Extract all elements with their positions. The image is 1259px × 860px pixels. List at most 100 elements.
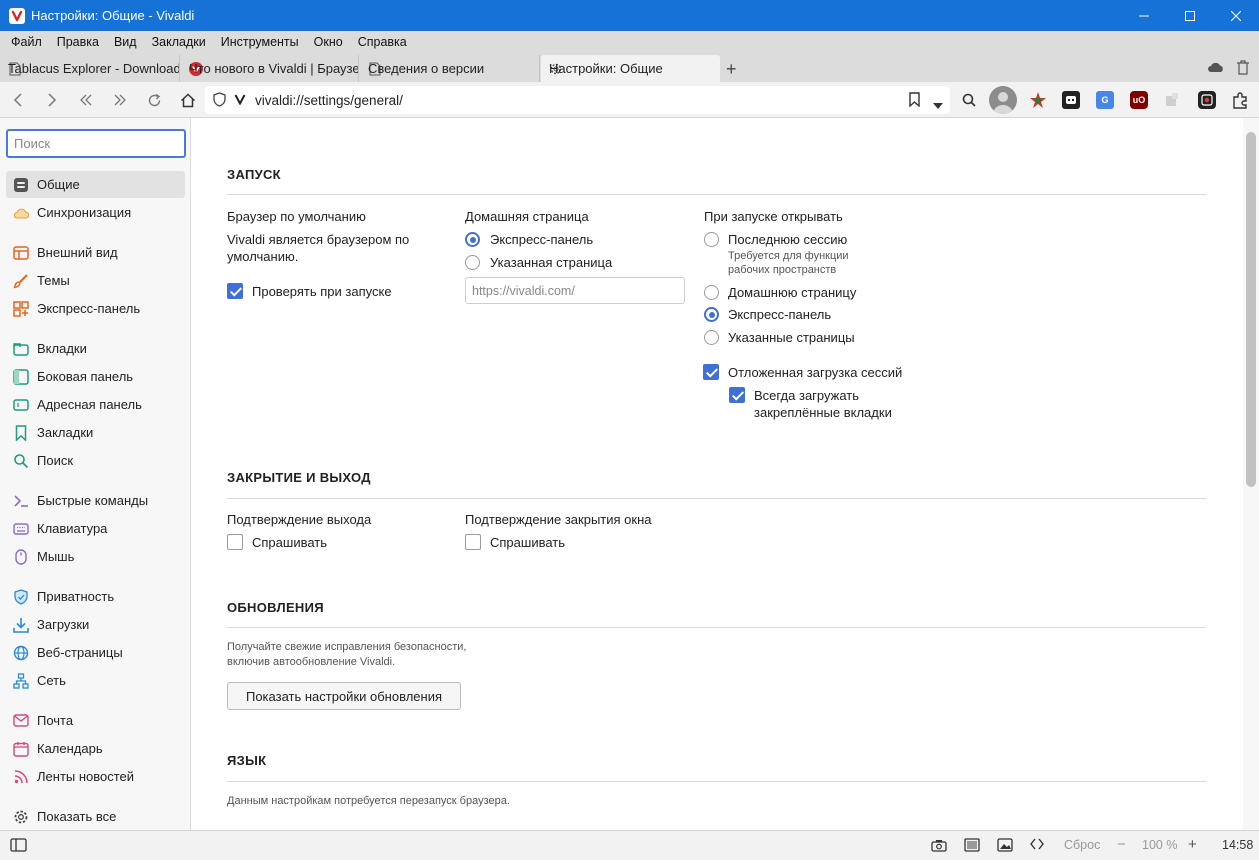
page-actions-icon[interactable] <box>1030 838 1044 853</box>
image-capture-icon[interactable] <box>1198 91 1216 109</box>
language-desc: Данным настройкам потребуется перезапуск… <box>227 795 510 807</box>
trash-icon[interactable] <box>1236 60 1250 78</box>
sidebar-item-keyboard[interactable]: Клавиатура <box>6 515 185 542</box>
sidebar-item-network[interactable]: Сеть <box>6 667 185 694</box>
status-bar: Сброс − 100 % + 14:58 <box>0 830 1259 860</box>
tiling-icon[interactable] <box>964 838 980 855</box>
maximize-button[interactable] <box>1167 0 1213 31</box>
load-pinned-checkbox[interactable] <box>729 387 745 403</box>
check-on-startup-label[interactable]: Проверять при запуске <box>252 284 392 299</box>
lazy-load-label[interactable]: Отложенная загрузка сессий <box>728 365 902 380</box>
panel-toggle-icon[interactable] <box>10 838 27 855</box>
content-scrollbar[interactable] <box>1243 118 1259 830</box>
lazy-load-checkbox[interactable] <box>703 364 719 380</box>
sidebar-item-panel[interactable]: Боковая панель <box>6 363 185 390</box>
menu-tools[interactable]: Инструменты <box>215 35 308 49</box>
forward-icon[interactable] <box>44 92 60 108</box>
sidebar-item-speed-dial[interactable]: Экспресс-панель <box>6 295 185 322</box>
tab-about[interactable]: Сведения о версии <box>360 55 540 82</box>
home-icon[interactable] <box>180 92 196 108</box>
tab-whats-new[interactable]: Что нового в Vivaldi | Браузер <box>181 55 359 82</box>
sidebar-item-sync[interactable]: Синхронизация <box>6 199 185 226</box>
sidebar-item-quick-commands[interactable]: Быстрые команды <box>6 487 185 514</box>
sidebar-item-tabs[interactable]: Вкладки <box>6 335 185 362</box>
rewind-icon[interactable] <box>78 92 94 108</box>
sidebar-item-show-all[interactable]: Показать все <box>6 803 185 830</box>
exit-confirm-label[interactable]: Спрашивать <box>252 535 327 550</box>
menu-file[interactable]: Файл <box>5 35 51 49</box>
menu-window[interactable]: Окно <box>308 35 352 49</box>
sidebar-item-bookmarks[interactable]: Закладки <box>6 419 185 446</box>
window-close-checkbox[interactable] <box>465 534 481 550</box>
url-field[interactable]: vivaldi://settings/general/ <box>205 86 950 114</box>
zoom-in-button[interactable]: + <box>1188 836 1197 853</box>
start-speed-dial-label[interactable]: Экспресс-панель <box>728 307 831 322</box>
shield-icon[interactable] <box>213 92 226 110</box>
minimize-button[interactable] <box>1121 0 1167 31</box>
fast-forward-icon[interactable] <box>112 92 128 108</box>
bookmark-icon[interactable] <box>909 92 920 110</box>
start-homepage-label[interactable]: Домашнюю страницу <box>728 285 856 300</box>
zoom-reset-button[interactable]: Сброс <box>1064 838 1100 852</box>
homepage-url-field[interactable] <box>465 277 685 304</box>
window-close-label[interactable]: Спрашивать <box>490 535 565 550</box>
ublock-icon[interactable]: uO <box>1130 91 1148 109</box>
sidebar-item-themes[interactable]: Темы <box>6 267 185 294</box>
capture-icon[interactable] <box>931 839 947 855</box>
sidebar-item-webpages[interactable]: Веб-страницы <box>6 639 185 666</box>
check-on-startup-checkbox[interactable] <box>227 283 243 299</box>
tab-tablacus[interactable]: Tablacus Explorer - Download <box>0 55 180 82</box>
start-speed-dial-radio[interactable] <box>704 307 719 322</box>
load-pinned-label-2[interactable]: закреплённые вкладки <box>754 404 892 421</box>
sidebar-item-mouse[interactable]: Мышь <box>6 543 185 570</box>
settings-search[interactable] <box>6 129 186 158</box>
menu-edit[interactable]: Правка <box>51 35 108 49</box>
settings-search-input[interactable] <box>8 131 184 156</box>
search-icon[interactable] <box>961 92 977 108</box>
sidebar-item-privacy[interactable]: Приватность <box>6 583 185 610</box>
homepage-specific-label[interactable]: Указанная страница <box>490 255 612 270</box>
sidebar-item-address-bar[interactable]: Адресная панель <box>6 391 185 418</box>
zoom-out-button[interactable]: − <box>1117 836 1126 853</box>
sidebar-item-search[interactable]: Поиск <box>6 447 185 474</box>
extension-puzzle-gray-icon[interactable] <box>1163 91 1181 109</box>
sidebar-item-general[interactable]: Общие <box>6 171 185 198</box>
sidebar-item-mail[interactable]: Почта <box>6 707 185 734</box>
homepage-speed-dial-label[interactable]: Экспресс-панель <box>490 232 593 247</box>
start-specific-pages-label[interactable]: Указанные страницы <box>728 330 855 345</box>
sidebar-item-appearance[interactable]: Внешний вид <box>6 239 185 266</box>
extension-ghost-icon[interactable] <box>1062 91 1080 109</box>
default-browser-heading: Браузер по умолчанию <box>227 209 366 224</box>
sidebar-item-calendar[interactable]: Календарь <box>6 735 185 762</box>
update-settings-button[interactable]: Показать настройки обновления <box>227 682 461 710</box>
homepage-specific-radio[interactable] <box>465 255 480 270</box>
images-icon[interactable] <box>997 838 1013 855</box>
homepage-speed-dial-radio[interactable] <box>465 232 480 247</box>
menu-help[interactable]: Справка <box>352 35 416 49</box>
back-icon[interactable] <box>10 92 26 108</box>
sidebar-item-downloads[interactable]: Загрузки <box>6 611 185 638</box>
chevron-down-icon[interactable] <box>933 97 943 112</box>
tab-settings[interactable]: Настройки: Общие <box>541 55 720 82</box>
brush-icon <box>13 273 29 289</box>
sidebar-item-feeds[interactable]: Ленты новостей <box>6 763 185 790</box>
cloud-icon[interactable] <box>1207 60 1225 77</box>
scrollbar-thumb[interactable] <box>1246 132 1256 487</box>
reload-icon[interactable] <box>146 92 162 108</box>
new-tab-button[interactable]: + <box>726 59 737 80</box>
menu-bookmarks[interactable]: Закладки <box>146 35 215 49</box>
exit-confirm-checkbox[interactable] <box>227 534 243 550</box>
menu-view[interactable]: Вид <box>108 35 146 49</box>
avatar[interactable] <box>989 86 1017 114</box>
start-last-session-radio[interactable] <box>704 232 719 247</box>
translate-icon[interactable]: G <box>1096 91 1114 109</box>
load-pinned-label-1[interactable]: Всегда загружать <box>754 387 859 404</box>
start-homepage-radio[interactable] <box>704 285 719 300</box>
extensions-icon[interactable] <box>1231 91 1249 109</box>
start-last-session-label[interactable]: Последнюю сессию <box>728 232 847 247</box>
close-button[interactable] <box>1213 0 1259 31</box>
extension-star-icon[interactable] <box>1029 91 1047 109</box>
divider <box>227 194 1206 195</box>
start-specific-pages-radio[interactable] <box>704 330 719 345</box>
homepage-url-input[interactable] <box>466 278 684 303</box>
